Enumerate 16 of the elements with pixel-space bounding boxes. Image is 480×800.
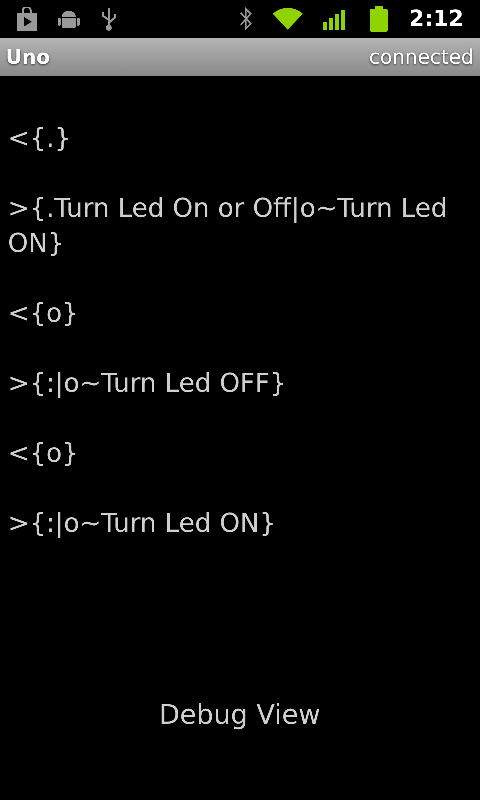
log-line: >{.Turn Led On or Off|o~Turn Led ON} xyxy=(8,193,449,261)
app-title: Uno xyxy=(6,44,50,71)
log-line: >{:|o~Turn Led OFF} xyxy=(8,368,288,401)
clock: 2:12 xyxy=(409,6,464,34)
bluetooth-icon xyxy=(239,7,254,31)
android-robot-icon xyxy=(58,8,80,30)
log-line: <{o} xyxy=(8,298,80,331)
store-bag-icon xyxy=(16,7,38,31)
connection-status: connected xyxy=(369,44,474,71)
wifi-icon xyxy=(273,8,304,30)
usb-icon xyxy=(100,6,118,32)
log-line: <{o} xyxy=(8,438,80,471)
battery-icon xyxy=(369,6,390,32)
log-line: >{:|o~Turn Led ON} xyxy=(8,508,278,541)
log-line: <{.} xyxy=(8,123,72,156)
footer-label: Debug View xyxy=(159,698,321,732)
